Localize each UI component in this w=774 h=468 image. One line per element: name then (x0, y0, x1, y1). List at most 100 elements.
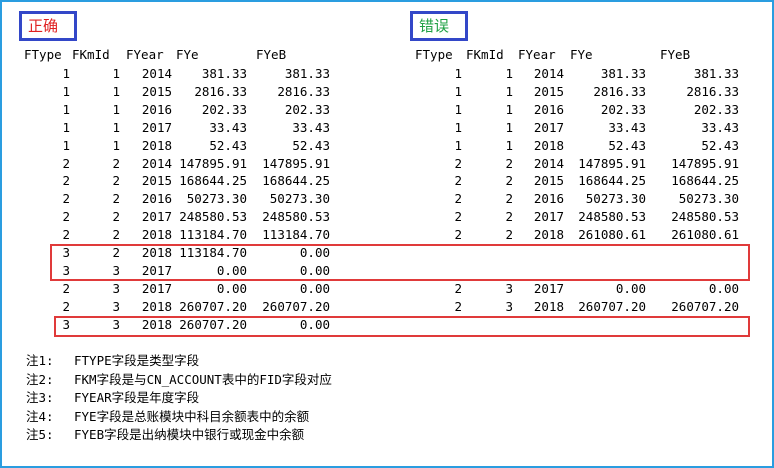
correct-cell: 2 (112, 227, 120, 243)
wrong-cell: 1 (505, 101, 513, 117)
correct-cell: 1 (62, 137, 70, 153)
wrong-col-header: FYear (518, 47, 556, 62)
wrong-cell: 2 (505, 173, 513, 189)
correct-cell: 2816.33 (277, 83, 330, 99)
correct-cell: 1 (112, 119, 120, 135)
wrong-cell: 2018 (533, 137, 564, 153)
wrong-cell: 2 (505, 227, 513, 243)
correct-cell: 168644.25 (179, 173, 247, 189)
wrong-cell: 2 (505, 155, 513, 171)
wrong-cell: 2 (505, 191, 513, 207)
wrong-cell: 1 (505, 119, 513, 135)
correct-cell: 1 (62, 101, 70, 117)
wrong-cell: 147895.91 (578, 155, 646, 171)
wrong-cell: 1 (505, 137, 513, 153)
highlight-missing-rows-2 (54, 316, 750, 337)
correct-cell: 2018 (141, 298, 172, 314)
correct-cell: 2 (62, 227, 70, 243)
correct-cell: 2014 (141, 66, 172, 81)
wrong-col-header: FKmId (466, 47, 504, 62)
correct-cell: 2015 (141, 173, 172, 189)
wrong-cell: 202.33 (600, 101, 646, 117)
correct-cell: 2017 (141, 280, 172, 296)
correct-cell: 2 (112, 173, 120, 189)
correct-cell: 2816.33 (194, 83, 247, 99)
correct-cell: 168644.25 (262, 173, 330, 189)
correct-col-header: FKmId (72, 47, 110, 62)
correct-cell: 2 (62, 155, 70, 171)
wrong-cell: 0.00 (708, 280, 739, 296)
wrong-cell: 2017 (533, 119, 564, 135)
correct-cell: 1 (62, 83, 70, 99)
wrong-label: 错误 (410, 11, 468, 41)
wrong-cell: 260707.20 (671, 298, 739, 314)
wrong-cell: 381.33 (693, 66, 739, 81)
correct-cell: 3 (112, 280, 120, 296)
wrong-cell: 2017 (533, 280, 564, 296)
correct-cell: 381.33 (201, 66, 247, 81)
wrong-cell: 33.43 (701, 119, 739, 135)
wrong-cell: 248580.53 (578, 209, 646, 225)
wrong-cell: 168644.25 (578, 173, 646, 189)
correct-cell: 2017 (141, 119, 172, 135)
correct-cell: 33.43 (292, 119, 330, 135)
wrong-cell: 2018 (533, 227, 564, 243)
correct-cell: 33.43 (209, 119, 247, 135)
correct-cell: 2017 (141, 209, 172, 225)
correct-cell: 1 (62, 119, 70, 135)
wrong-cell: 2016 (533, 101, 564, 117)
correct-cell: 2 (62, 173, 70, 189)
wrong-cell: 248580.53 (671, 209, 739, 225)
wrong-cell: 33.43 (608, 119, 646, 135)
wrong-cell: 50273.30 (678, 191, 739, 207)
wrong-cell: 2014 (533, 66, 564, 81)
correct-cell: 50273.30 (269, 191, 330, 207)
wrong-cell: 2816.33 (686, 83, 739, 99)
correct-cell: 113184.70 (179, 227, 247, 243)
wrong-cell: 1 (454, 137, 462, 153)
wrong-cell: 1 (454, 66, 462, 81)
note-5: 注5: FYEB字段是出纳模块中银行或现金中余额 (26, 427, 305, 442)
correct-cell: 113184.70 (262, 227, 330, 243)
wrong-cell: 2 (454, 155, 462, 171)
correct-label: 正确 (19, 11, 77, 41)
correct-cell: 52.43 (292, 137, 330, 153)
wrong-cell: 2 (454, 227, 462, 243)
correct-col-header: FYe (176, 47, 199, 62)
wrong-cell: 261080.61 (671, 227, 739, 243)
wrong-cell: 1 (505, 66, 513, 81)
correct-cell: 2018 (141, 227, 172, 243)
wrong-cell: 2 (454, 173, 462, 189)
correct-cell: 0.00 (299, 280, 330, 296)
correct-cell: 2 (62, 191, 70, 207)
correct-cell: 2 (62, 298, 70, 314)
wrong-cell: 381.33 (600, 66, 646, 81)
correct-cell: 1 (112, 101, 120, 117)
correct-cell: 50273.30 (186, 191, 247, 207)
wrong-cell: 2015 (533, 83, 564, 99)
correct-cell: 2 (112, 209, 120, 225)
correct-cell: 260707.20 (179, 298, 247, 314)
wrong-cell: 2014 (533, 155, 564, 171)
correct-cell: 2 (112, 155, 120, 171)
wrong-cell: 0.00 (615, 280, 646, 296)
correct-cell: 2014 (141, 155, 172, 171)
correct-cell: 260707.20 (262, 298, 330, 314)
wrong-cell: 2015 (533, 173, 564, 189)
correct-cell: 147895.91 (179, 155, 247, 171)
correct-col-header: FYeB (256, 47, 287, 62)
correct-cell: 1 (112, 66, 120, 81)
wrong-cell: 2 (505, 209, 513, 225)
note-3: 注3: FYEAR字段是年度字段 (26, 390, 200, 405)
correct-cell: 1 (112, 83, 120, 99)
highlight-missing-rows-1 (50, 244, 750, 281)
correct-cell: 2016 (141, 191, 172, 207)
correct-col-header: FYear (126, 47, 164, 62)
correct-cell: 52.43 (209, 137, 247, 153)
correct-cell: 2018 (141, 137, 172, 153)
correct-cell: 2 (112, 191, 120, 207)
correct-col-header: FType (24, 47, 62, 62)
wrong-cell: 1 (454, 83, 462, 99)
wrong-cell: 2 (454, 280, 462, 296)
wrong-cell: 3 (505, 298, 513, 314)
